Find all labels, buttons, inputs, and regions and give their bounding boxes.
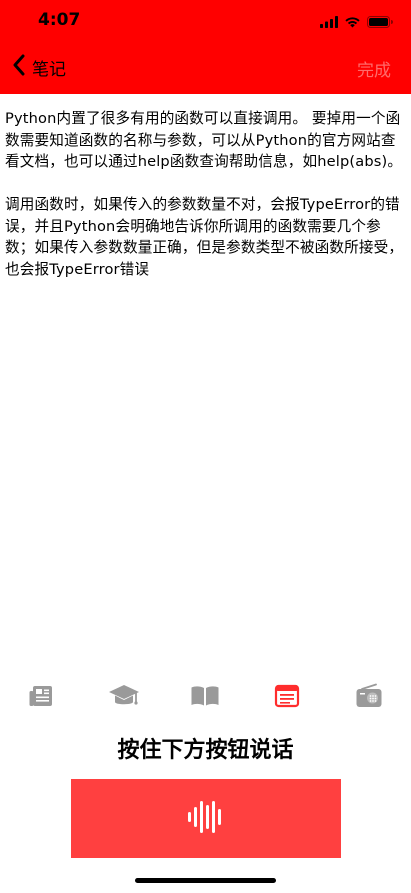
chevron-left-icon: [12, 54, 26, 80]
navigation-bar: 笔记 完成: [0, 48, 411, 88]
status-time: 4:07: [38, 10, 81, 30]
voice-hint: 按住下方按钮说话: [117, 738, 294, 763]
app-header: 4:07 笔记 完成: [0, 0, 411, 94]
back-label: 笔记: [32, 59, 66, 80]
status-icons: [320, 13, 393, 32]
signal-bars-icon: [320, 13, 338, 32]
note-card-icon[interactable]: [267, 676, 307, 716]
battery-icon: [367, 13, 393, 32]
sound-wave-icon: [186, 797, 226, 841]
open-book-icon[interactable]: [185, 676, 225, 716]
wifi-icon: [344, 13, 361, 32]
radio-icon[interactable]: [349, 676, 389, 716]
note-text[interactable]: Python内置了很多有用的函数可以直接调用。 要掉用一个函数需要知道函数的名称…: [5, 108, 410, 280]
newspaper-icon[interactable]: [21, 676, 61, 716]
back-button[interactable]: 笔记: [12, 54, 66, 80]
status-bar: 4:07: [0, 0, 411, 44]
graduation-cap-icon[interactable]: [104, 676, 144, 716]
home-indicator: [135, 878, 276, 883]
hold-to-talk-button[interactable]: [71, 779, 341, 858]
bottom-toolbar: [0, 676, 411, 716]
done-button[interactable]: 完成: [357, 56, 391, 81]
